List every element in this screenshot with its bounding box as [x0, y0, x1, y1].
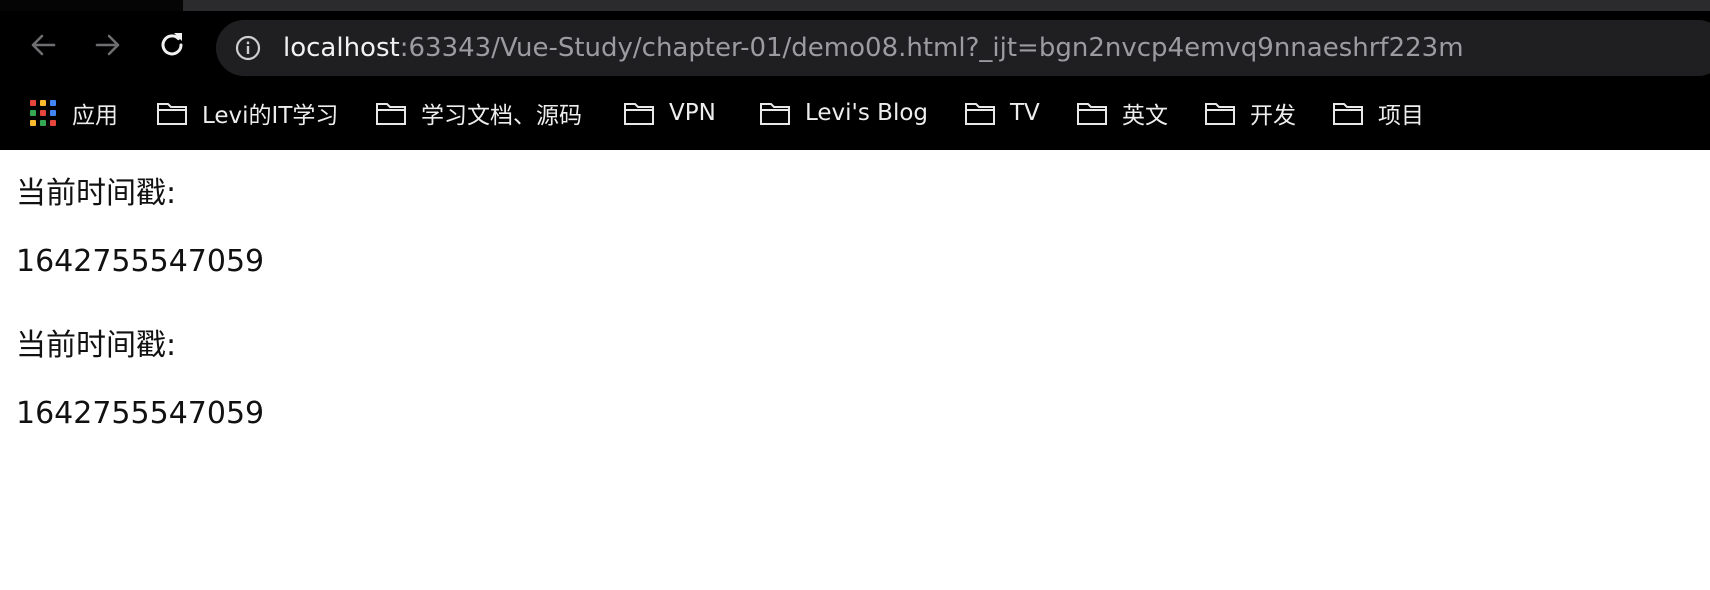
- timestamp-value: 1642755547059: [16, 244, 265, 279]
- folder-icon: [1077, 103, 1107, 125]
- url-host: localhost: [283, 33, 400, 63]
- bookmark-folder-docs[interactable]: 学习文档、源码: [375, 88, 582, 138]
- browser-toolbar: localhost:63343/Vue-Study/chapter-01/dem…: [0, 11, 1710, 83]
- bookmark-label: 应用: [72, 103, 118, 129]
- bookmark-label: VPN: [669, 100, 716, 126]
- arrow-left-icon: [31, 34, 56, 56]
- folder-icon: [624, 103, 654, 125]
- page-content: 当前时间戳: 1642755547059 当前时间戳: 164275554705…: [0, 150, 1710, 590]
- folder-icon: [1333, 103, 1363, 125]
- bookmark-label: 英文: [1122, 103, 1168, 129]
- bookmark-label: Levi's Blog: [805, 100, 929, 126]
- address-bar[interactable]: localhost:63343/Vue-Study/chapter-01/dem…: [216, 20, 1710, 76]
- bookmark-folder-levi-it[interactable]: Levi的IT学习: [156, 88, 338, 138]
- arrow-right-icon: [95, 34, 120, 56]
- bookmark-label: 开发: [1250, 103, 1296, 129]
- reload-button[interactable]: [152, 25, 192, 65]
- timestamp-value: 1642755547059: [16, 396, 265, 431]
- bookmark-label: TV: [1010, 100, 1040, 126]
- bookmarks-bar: 应用 Levi的IT学习 学习文档、源码 VPN Levi's Blog TV …: [0, 88, 1710, 138]
- bookmark-apps[interactable]: 应用: [30, 88, 118, 138]
- bookmark-folder-tv[interactable]: TV: [964, 88, 1040, 138]
- tab-strip: [0, 0, 1710, 11]
- folder-icon: [965, 103, 995, 125]
- apps-grid-icon: [30, 100, 56, 126]
- folder-icon: [157, 103, 187, 125]
- bookmark-folder-english[interactable]: 英文: [1076, 88, 1168, 138]
- browser-chrome: localhost:63343/Vue-Study/chapter-01/dem…: [0, 0, 1710, 150]
- timestamp-label: 当前时间戳:: [16, 328, 177, 363]
- forward-button[interactable]: [88, 25, 128, 65]
- bookmark-label: Levi的IT学习: [202, 103, 339, 129]
- bookmark-folder-vpn[interactable]: VPN: [623, 88, 716, 138]
- url-path: :63343/Vue-Study/chapter-01/demo08.html?…: [399, 33, 1464, 63]
- timestamp-label: 当前时间戳:: [16, 176, 177, 211]
- reload-icon: [161, 33, 183, 56]
- bookmark-label: 学习文档、源码: [421, 103, 582, 129]
- bookmark-folder-dev[interactable]: 开发: [1204, 88, 1296, 138]
- folder-icon: [376, 103, 406, 125]
- bookmark-folder-blog[interactable]: Levi's Blog: [759, 88, 928, 138]
- active-tab[interactable]: [0, 0, 183, 11]
- info-icon[interactable]: [234, 34, 262, 62]
- back-button[interactable]: [23, 25, 63, 65]
- bookmark-label: 项目: [1378, 103, 1424, 129]
- folder-icon: [1205, 103, 1235, 125]
- url-text[interactable]: localhost:63343/Vue-Study/chapter-01/dem…: [283, 20, 1464, 76]
- folder-icon: [760, 103, 790, 125]
- bookmark-folder-projects[interactable]: 项目: [1332, 88, 1424, 138]
